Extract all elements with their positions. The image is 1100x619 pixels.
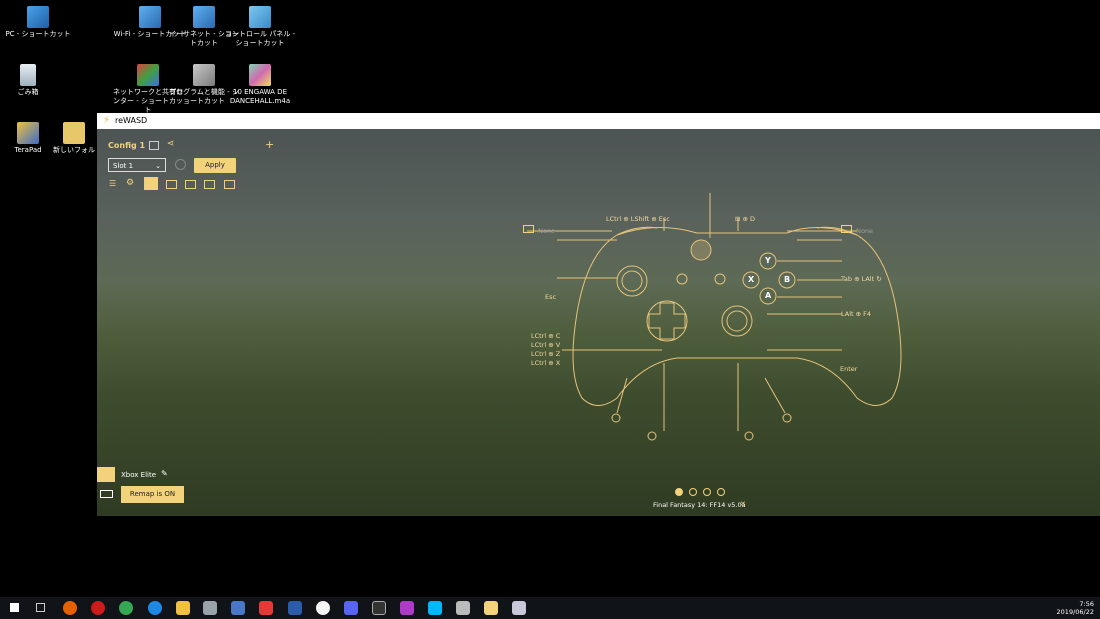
menu-button	[714, 273, 726, 285]
mapping-left-list-2[interactable]: LCtrl ⊕ Z	[531, 350, 560, 358]
keyboard-icon	[841, 225, 852, 233]
powershell-icon[interactable]	[288, 601, 302, 615]
discord-icon[interactable]	[344, 601, 358, 615]
button-y-label: Y	[765, 256, 771, 265]
controller-diagram	[527, 193, 902, 441]
desktop-icon-control-panel[interactable]: コントロール パネル - ショートカット	[222, 6, 298, 48]
paddle-x1	[611, 413, 621, 423]
terapad-taskbar-icon[interactable]	[231, 601, 245, 615]
mapping-left-list-0[interactable]: LCtrl ⊕ C	[531, 332, 560, 340]
edit-pencil-icon[interactable]: ✎	[161, 469, 168, 478]
xbox-button	[690, 239, 712, 261]
mapping-left-top[interactable]: None	[523, 225, 555, 235]
pager-dot-2[interactable]	[689, 488, 697, 496]
mapping-esc[interactable]: Esc	[545, 293, 556, 301]
pager-dot-3[interactable]	[703, 488, 711, 496]
opera-icon[interactable]	[91, 601, 105, 615]
remote-app-icon[interactable]	[512, 601, 526, 615]
mapping-tab-lalt[interactable]: Tab ⊕ LAlt ↻	[841, 275, 882, 283]
ethernet-icon	[193, 6, 215, 28]
desktop-icon-label: 新しいフォル	[53, 146, 95, 154]
logitech-icon[interactable]	[428, 601, 442, 615]
clock-date: 2019/06/22	[1056, 608, 1094, 616]
start-windows-icon[interactable]	[10, 603, 19, 612]
media-app-icon[interactable]	[400, 601, 414, 615]
chrome-icon[interactable]	[119, 601, 133, 615]
pager-dot-4[interactable]	[717, 488, 725, 496]
task-view-icon[interactable]	[36, 603, 45, 612]
clock-time: 7:56	[1079, 600, 1094, 608]
mapping-enter[interactable]: Enter	[840, 365, 857, 373]
network-sharing-icon	[137, 64, 159, 86]
firefox-icon[interactable]	[63, 601, 77, 615]
app-news-icon[interactable]	[259, 601, 273, 615]
mapping-left-list-3[interactable]: LCtrl ⊕ X	[531, 359, 560, 367]
terminal-icon[interactable]	[372, 601, 386, 615]
recycle-bin-icon	[20, 64, 36, 86]
desktop-icon-label: TeraPad	[14, 146, 42, 154]
rewasd-window: ⚡ reWASD Config 1 ⋖ + Slot 1 ⌄ Apply ☰ ⚙	[97, 113, 1100, 516]
control-panel-icon	[249, 6, 271, 28]
view-button	[676, 273, 688, 285]
programs-features-icon	[193, 64, 215, 86]
paddle-a1	[647, 431, 657, 441]
file-explorer-icon[interactable]	[176, 601, 190, 615]
close-profile-icon[interactable]: ✕	[740, 500, 746, 508]
album-art-icon	[249, 64, 271, 86]
desktop-icon-label: PC - ショートカット	[5, 30, 71, 38]
computer-icon	[27, 6, 49, 28]
desktop-icon-recycle-bin[interactable]: ごみ箱	[0, 64, 66, 97]
taskbar: 7:56 2019/06/22	[0, 597, 1100, 619]
remap-toggle-button[interactable]: Remap is ON	[121, 486, 184, 503]
mapping-left-list-1[interactable]: LCtrl ⊕ V	[531, 341, 560, 349]
color-picker-icon[interactable]	[316, 601, 330, 615]
desktop-icon-label: コントロール パネル - ショートカット	[225, 30, 295, 47]
mapping-view-menu-combo[interactable]: ⊞ ⊕ D	[735, 215, 755, 223]
button-b-label: B	[784, 275, 791, 284]
printer-app-icon[interactable]	[456, 601, 470, 615]
button-x-label: X	[748, 275, 755, 284]
paddle-b1	[744, 431, 754, 441]
system-clock[interactable]: 7:56 2019/06/22	[1057, 600, 1094, 616]
desktop-icon-new-folder[interactable]: 新しいフォル	[50, 122, 98, 155]
folder-icon	[63, 122, 85, 144]
keyboard-icon	[523, 225, 534, 233]
desktop-icon-audio-file[interactable]: 10 ENGAWA DE DANCEHALL.m4a	[222, 64, 298, 106]
pager-dot-1[interactable]	[675, 488, 683, 496]
dpad	[646, 300, 688, 342]
device-name: Xbox Elite	[121, 471, 157, 479]
security-shield-icon[interactable]	[203, 601, 217, 615]
mapping-right-top[interactable]: None	[841, 225, 873, 235]
mapping-top-center[interactable]: LCtrl ⊕ LShift ⊕ Esc	[606, 215, 670, 223]
mapping-lalt-f4[interactable]: LAlt ⊕ F4	[841, 310, 871, 318]
battery-icon	[100, 490, 113, 498]
desktop-icon-label: ごみ箱	[17, 88, 39, 96]
desktop-icon-label: 10 ENGAWA DE DANCEHALL.m4a	[229, 88, 291, 105]
gamepad-icon[interactable]	[97, 467, 115, 482]
wifi-network-icon	[139, 6, 161, 28]
edge-icon[interactable]	[148, 601, 162, 615]
paddle-y1	[782, 413, 792, 423]
desktop-icon-pc[interactable]: PC - ショートカット	[0, 6, 76, 39]
button-a-label: A	[765, 291, 772, 300]
terapad-icon	[17, 122, 39, 144]
rewasd-taskbar-icon[interactable]	[484, 601, 498, 615]
game-profile-label: Final Fantasy 14: FF14 v5.0a	[653, 501, 746, 509]
